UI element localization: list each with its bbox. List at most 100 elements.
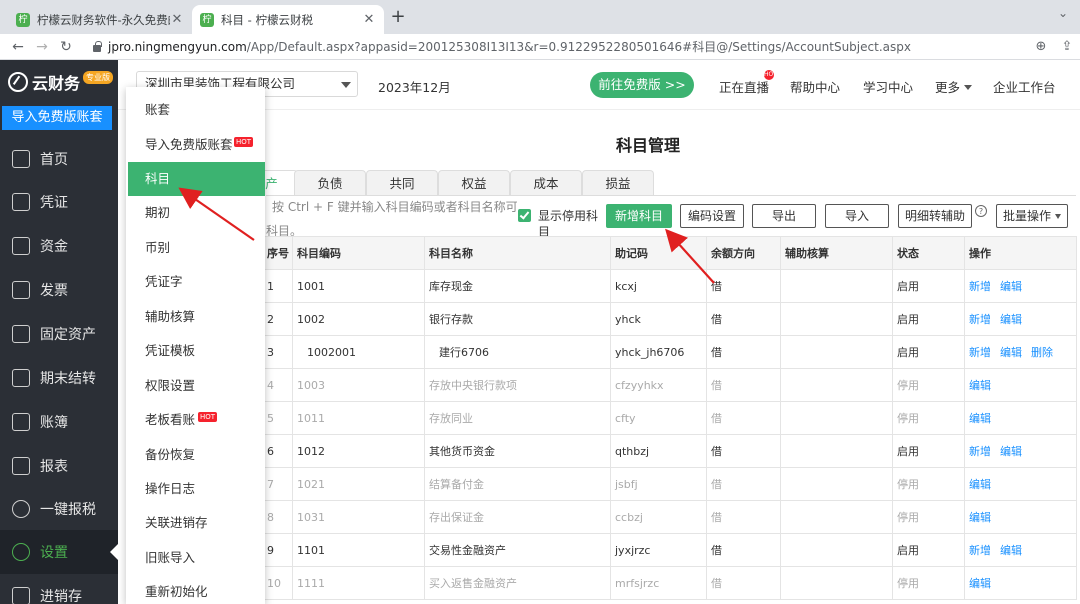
zoom-icon[interactable]: ⊕ — [1032, 38, 1050, 56]
settings-menu-item[interactable]: 旧账导入 — [128, 541, 265, 575]
settings-menu-item[interactable]: 备份恢复 — [128, 438, 265, 472]
row-action-link[interactable]: 新增 — [969, 313, 991, 326]
page-title: 科目管理 — [615, 136, 680, 155]
code-settings-button[interactable]: 编码设置 — [680, 204, 744, 228]
settings-menu-item-label: 老板看账 — [145, 412, 196, 427]
cell-name: 结算备付金 — [424, 467, 611, 501]
sidebar-item-settings[interactable]: 设置 — [0, 530, 119, 574]
sidebar-item-ledger[interactable]: 账簿 — [0, 400, 118, 444]
close-icon[interactable]: ✕ — [362, 12, 376, 27]
chart-icon — [12, 457, 30, 475]
sidebar-item-voucher[interactable]: 凭证 — [0, 180, 118, 224]
tab-liabilities[interactable]: 负债 — [294, 170, 366, 196]
export-button[interactable]: 导出 — [752, 204, 816, 228]
row-action-link[interactable]: 编辑 — [1000, 313, 1022, 326]
hot-badge: HOT — [198, 412, 218, 422]
browser-tab-2[interactable]: 柠 科目 - 柠檬云财税 ✕ — [192, 5, 384, 34]
sidebar-item-tax[interactable]: 一键报税 — [0, 487, 118, 531]
table-row: 3 1002001 建行6706 yhck_jh6706 借 启用 新增 编辑 删除 — [262, 335, 1077, 369]
url-field[interactable]: jpro.ningmengyun.com/App/Default.aspx?ap… — [92, 38, 911, 56]
share-icon[interactable]: ⇪ — [1058, 38, 1076, 56]
row-action-link[interactable]: 编辑 — [1000, 346, 1022, 359]
bulk-actions-button[interactable]: 批量操作 — [996, 204, 1068, 228]
row-action-link[interactable]: 编辑 — [969, 577, 991, 590]
row-action-link[interactable]: 新增 — [969, 544, 991, 557]
show-disabled-checkbox[interactable] — [518, 209, 531, 222]
help-center-link[interactable]: 帮助中心 — [790, 77, 840, 96]
row-action-link[interactable]: 编辑 — [1000, 544, 1022, 557]
cell-status: 停用 — [892, 368, 965, 402]
settings-menu-item[interactable]: 科目 — [128, 162, 265, 196]
settings-menu-item[interactable]: 期初 — [128, 196, 265, 230]
learning-center-link[interactable]: 学习中心 — [863, 77, 913, 96]
live-link[interactable]: 正在直播 — [719, 77, 769, 96]
settings-menu-item[interactable]: 凭证模板 — [128, 334, 265, 368]
caret-down-icon — [1055, 214, 1061, 219]
sidebar-item-invoice[interactable]: 发票 — [0, 268, 118, 312]
settings-menu-item[interactable]: 账套 — [128, 93, 265, 127]
tab-profit-loss[interactable]: 损益 — [582, 170, 654, 196]
voucher-icon — [12, 193, 30, 211]
sidebar-item-reports[interactable]: 报表 — [0, 444, 118, 488]
logo-mark-icon — [8, 72, 28, 92]
go-free-version-button[interactable]: 前往免费版 >> — [590, 72, 694, 98]
settings-menu-item[interactable]: 关联进销存 — [128, 506, 265, 540]
back-icon[interactable]: ← — [8, 37, 28, 57]
tab-cost[interactable]: 成本 — [510, 170, 582, 196]
row-action-link[interactable]: 删除 — [1031, 346, 1053, 359]
settings-menu-item[interactable]: 辅助核算 — [128, 300, 265, 334]
row-action-link[interactable]: 新增 — [969, 445, 991, 458]
row-action-link[interactable]: 编辑 — [969, 511, 991, 524]
cell-code: 1003 — [292, 368, 425, 402]
sidebar-item-period-close[interactable]: 期末结转 — [0, 356, 118, 400]
row-action-link[interactable]: 编辑 — [969, 379, 991, 392]
help-icon[interactable]: ? — [975, 205, 987, 217]
cell-code: 1002 — [292, 302, 425, 336]
settings-menu-item[interactable]: 重新初始化 — [128, 575, 265, 604]
table-row: 5 1011 存放同业 cfty 借 停用 编辑 — [262, 401, 1077, 435]
tab-common[interactable]: 共同 — [366, 170, 438, 196]
add-account-button[interactable]: 新增科目 — [606, 204, 672, 228]
new-tab-icon[interactable]: + — [388, 7, 408, 27]
more-menu[interactable]: 更多 — [935, 77, 973, 96]
table-row: 4 1003 存放中央银行款项 cfzyyhkx 借 停用 编辑 — [262, 368, 1077, 402]
row-action-link[interactable]: 编辑 — [969, 412, 991, 425]
row-action-link[interactable]: 编辑 — [1000, 445, 1022, 458]
sidebar-item-inventory[interactable]: 进销存 — [0, 574, 118, 604]
cell-mnemonic: mrfsjrzc — [610, 566, 707, 600]
sidebar-item-label: 报表 — [40, 459, 68, 475]
settings-menu-item[interactable]: 凭证字 — [128, 265, 265, 299]
reload-icon[interactable]: ↻ — [56, 37, 76, 57]
browser-tab-1[interactable]: 柠 柠檬云财务软件-永久免费的专业 ✕ — [8, 5, 192, 34]
import-button[interactable]: 导入 — [825, 204, 889, 228]
row-action-link[interactable]: 新增 — [969, 280, 991, 293]
sidebar-item-fund[interactable]: 资金 — [0, 224, 118, 268]
close-icon[interactable]: ✕ — [170, 12, 184, 27]
tab-equity[interactable]: 权益 — [438, 170, 510, 196]
cell-aux — [780, 500, 893, 534]
cell-name: 库存现金 — [424, 269, 611, 303]
col-header: 科目编码 — [292, 236, 425, 270]
chevron-down-icon[interactable]: ⌄ — [1058, 6, 1068, 20]
row-action-link[interactable]: 编辑 — [969, 478, 991, 491]
sidebar-item-label: 资金 — [40, 239, 68, 255]
settings-menu-item[interactable]: 权限设置 — [128, 369, 265, 403]
cell-code: 1002001 — [292, 335, 425, 369]
cell-mnemonic: cfzyyhkx — [610, 368, 707, 402]
forward-icon[interactable]: → — [32, 37, 52, 57]
settings-menu-item[interactable]: 操作日志 — [128, 472, 265, 506]
import-free-ledger-button[interactable]: 导入免费版账套 — [2, 106, 112, 130]
settings-menu-item[interactable]: 导入免费版账套 HOT — [128, 128, 265, 162]
cell-aux — [780, 467, 893, 501]
settings-menu-item[interactable]: 老板看账 HOT — [128, 403, 265, 437]
enterprise-workbench-link[interactable]: 企业工作台 — [993, 77, 1056, 96]
cell-no: 10 — [262, 566, 293, 600]
cell-direction: 借 — [706, 269, 781, 303]
detail-to-aux-button[interactable]: 明细转辅助 — [898, 204, 972, 228]
row-action-link[interactable]: 编辑 — [1000, 280, 1022, 293]
sidebar-item-fixed-assets[interactable]: 固定资产 — [0, 312, 118, 356]
inventory-icon — [12, 587, 30, 604]
settings-menu-item[interactable]: 币别 — [128, 231, 265, 265]
row-action-link[interactable]: 新增 — [969, 346, 991, 359]
sidebar-item-home[interactable]: 首页 — [0, 137, 118, 181]
